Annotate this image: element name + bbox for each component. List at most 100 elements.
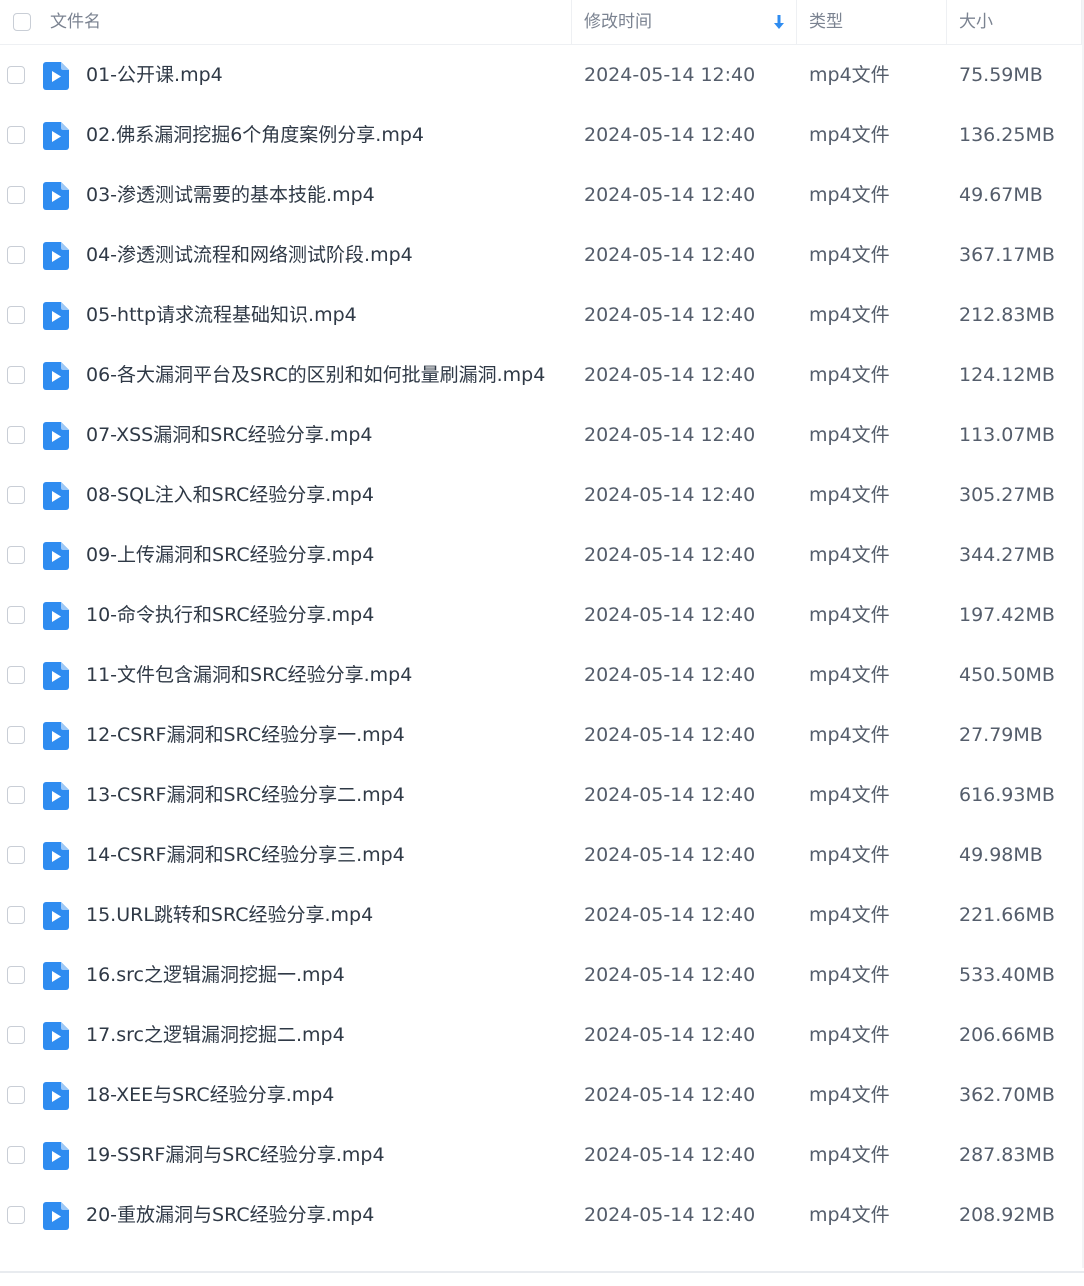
file-type: mp4文件 [809,64,890,86]
file-size: 197.42MB [959,604,1055,626]
file-name[interactable]: 20-重放漏洞与SRC经验分享.mp4 [86,1185,374,1245]
file-row[interactable]: 07-XSS漏洞和SRC经验分享.mp4 2024-05-14 12:40 mp4文… [0,405,1082,465]
file-type: mp4文件 [809,904,890,926]
file-name[interactable]: 09-上传漏洞和SRC经验分享.mp4 [86,525,374,585]
row-checkbox[interactable] [7,246,25,264]
file-name[interactable]: 01-公开课.mp4 [86,45,223,105]
row-checkbox[interactable] [7,1026,25,1044]
row-checkbox[interactable] [7,546,25,564]
video-file-icon [43,62,69,90]
column-header-modified[interactable]: 修改时间 [584,0,652,44]
file-name[interactable]: 15.URL跳转和SRC经验分享.mp4 [86,885,373,945]
file-type: mp4文件 [809,844,890,866]
row-checkbox[interactable] [7,1206,25,1224]
row-checkbox[interactable] [7,1086,25,1104]
column-header-type[interactable]: 类型 [809,0,843,44]
file-type: mp4文件 [809,244,890,266]
video-file-icon [43,782,69,810]
file-name[interactable]: 12-CSRF漏洞和SRC经验分享一.mp4 [86,705,405,765]
file-name[interactable]: 14-CSRF漏洞和SRC经验分享三.mp4 [86,825,405,885]
file-list-header: 文件名 修改时间 类型 大小 [0,0,1082,45]
file-row[interactable]: 14-CSRF漏洞和SRC经验分享三.mp4 2024-05-14 12:40 mp… [0,825,1082,885]
file-name[interactable]: 10-命令执行和SRC经验分享.mp4 [86,585,374,645]
video-file-icon [43,1202,69,1230]
file-modified-time: 2024-05-14 12:40 [584,604,756,626]
file-type: mp4文件 [809,124,890,146]
file-name[interactable]: 19-SSRF漏洞与SRC经验分享.mp4 [86,1125,385,1185]
file-modified-time: 2024-05-14 12:40 [584,904,756,926]
file-modified-time: 2024-05-14 12:40 [584,304,756,326]
file-name[interactable]: 04-渗透测试流程和网络测试阶段.mp4 [86,225,413,285]
column-header-size[interactable]: 大小 [959,0,993,44]
file-row[interactable]: 11-文件包含漏洞和SRC经验分享.mp4 2024-05-14 12:40 mp4… [0,645,1082,705]
file-row[interactable]: 12-CSRF漏洞和SRC经验分享一.mp4 2024-05-14 12:40 mp… [0,705,1082,765]
video-file-icon [43,602,69,630]
row-checkbox[interactable] [7,366,25,384]
row-checkbox[interactable] [7,66,25,84]
file-row[interactable]: 15.URL跳转和SRC经验分享.mp4 2024-05-14 12:40 mp4文… [0,885,1082,945]
file-name[interactable]: 13-CSRF漏洞和SRC经验分享二.mp4 [86,765,405,825]
row-checkbox[interactable] [7,486,25,504]
video-file-icon [43,662,69,690]
file-name[interactable]: 02.佛系漏洞挖掘6个角度案例分享.mp4 [86,105,424,165]
video-file-icon [43,542,69,570]
file-name[interactable]: 08-SQL注入和SRC经验分享.mp4 [86,465,374,525]
file-size: 367.17MB [959,244,1055,266]
row-checkbox[interactable] [7,846,25,864]
column-header-name[interactable]: 文件名 [50,0,101,44]
file-type: mp4文件 [809,184,890,206]
video-file-icon [43,362,69,390]
sort-descending-icon[interactable] [773,12,785,32]
file-row[interactable]: 02.佛系漏洞挖掘6个角度案例分享.mp4 2024-05-14 12:40 mp4… [0,105,1082,165]
file-row[interactable]: 13-CSRF漏洞和SRC经验分享二.mp4 2024-05-14 12:40 mp… [0,765,1082,825]
file-modified-time: 2024-05-14 12:40 [584,64,756,86]
file-row[interactable]: 20-重放漏洞与SRC经验分享.mp4 2024-05-14 12:40 mp4文件… [0,1185,1082,1245]
row-checkbox[interactable] [7,126,25,144]
file-row[interactable]: 03-渗透测试需要的基本技能.mp4 2024-05-14 12:40 mp4文件 4… [0,165,1082,225]
row-checkbox[interactable] [7,726,25,744]
row-checkbox[interactable] [7,606,25,624]
file-name[interactable]: 18-XEE与SRC经验分享.mp4 [86,1065,334,1125]
file-modified-time: 2024-05-14 12:40 [584,544,756,566]
video-file-icon [43,962,69,990]
file-row[interactable]: 01-公开课.mp4 2024-05-14 12:40 mp4文件 75.59MB [0,45,1082,105]
file-row[interactable]: 05-http请求流程基础知识.mp4 2024-05-14 12:40 mp4文件… [0,285,1082,345]
file-type: mp4文件 [809,484,890,506]
row-checkbox[interactable] [7,1146,25,1164]
file-size: 136.25MB [959,124,1055,146]
file-type: mp4文件 [809,784,890,806]
select-all-checkbox[interactable] [13,13,31,31]
file-size: 616.93MB [959,784,1055,806]
file-type: mp4文件 [809,364,890,386]
file-row[interactable]: 16.src之逻辑漏洞挖掘一.mp4 2024-05-14 12:40 mp4文件 5… [0,945,1082,1005]
row-checkbox[interactable] [7,666,25,684]
file-row[interactable]: 17.src之逻辑漏洞挖掘二.mp4 2024-05-14 12:40 mp4文件 2… [0,1005,1082,1065]
file-size: 362.70MB [959,1084,1055,1106]
file-size: 221.66MB [959,904,1055,926]
file-row[interactable]: 09-上传漏洞和SRC经验分享.mp4 2024-05-14 12:40 mp4文件… [0,525,1082,585]
file-size: 113.07MB [959,424,1055,446]
file-name[interactable]: 05-http请求流程基础知识.mp4 [86,285,357,345]
file-row[interactable]: 06-各大漏洞平台及SRC的区别和如何批量刷漏洞.mp4 2024-05-14 1… [0,345,1082,405]
file-name[interactable]: 06-各大漏洞平台及SRC的区别和如何批量刷漏洞.mp4 [86,345,545,405]
row-checkbox[interactable] [7,306,25,324]
file-row[interactable]: 19-SSRF漏洞与SRC经验分享.mp4 2024-05-14 12:40 mp4… [0,1125,1082,1185]
file-row[interactable]: 04-渗透测试流程和网络测试阶段.mp4 2024-05-14 12:40 mp4文… [0,225,1082,285]
file-name[interactable]: 11-文件包含漏洞和SRC经验分享.mp4 [86,645,412,705]
file-row[interactable]: 08-SQL注入和SRC经验分享.mp4 2024-05-14 12:40 mp4文… [0,465,1082,525]
row-checkbox[interactable] [7,906,25,924]
file-name[interactable]: 16.src之逻辑漏洞挖掘一.mp4 [86,945,345,1005]
file-row[interactable]: 18-XEE与SRC经验分享.mp4 2024-05-14 12:40 mp4文件 3… [0,1065,1082,1125]
file-modified-time: 2024-05-14 12:40 [584,124,756,146]
file-row[interactable]: 10-命令执行和SRC经验分享.mp4 2024-05-14 12:40 mp4文件… [0,585,1082,645]
row-checkbox[interactable] [7,966,25,984]
row-checkbox[interactable] [7,186,25,204]
file-size: 49.98MB [959,844,1043,866]
file-list: 文件名 修改时间 类型 大小 01-公开课.mp4 2024-05-14 12:4… [0,0,1084,1286]
row-checkbox[interactable] [7,786,25,804]
file-name[interactable]: 17.src之逻辑漏洞挖掘二.mp4 [86,1005,345,1065]
row-checkbox[interactable] [7,426,25,444]
column-divider [946,0,947,44]
file-name[interactable]: 03-渗透测试需要的基本技能.mp4 [86,165,375,225]
file-name[interactable]: 07-XSS漏洞和SRC经验分享.mp4 [86,405,373,465]
